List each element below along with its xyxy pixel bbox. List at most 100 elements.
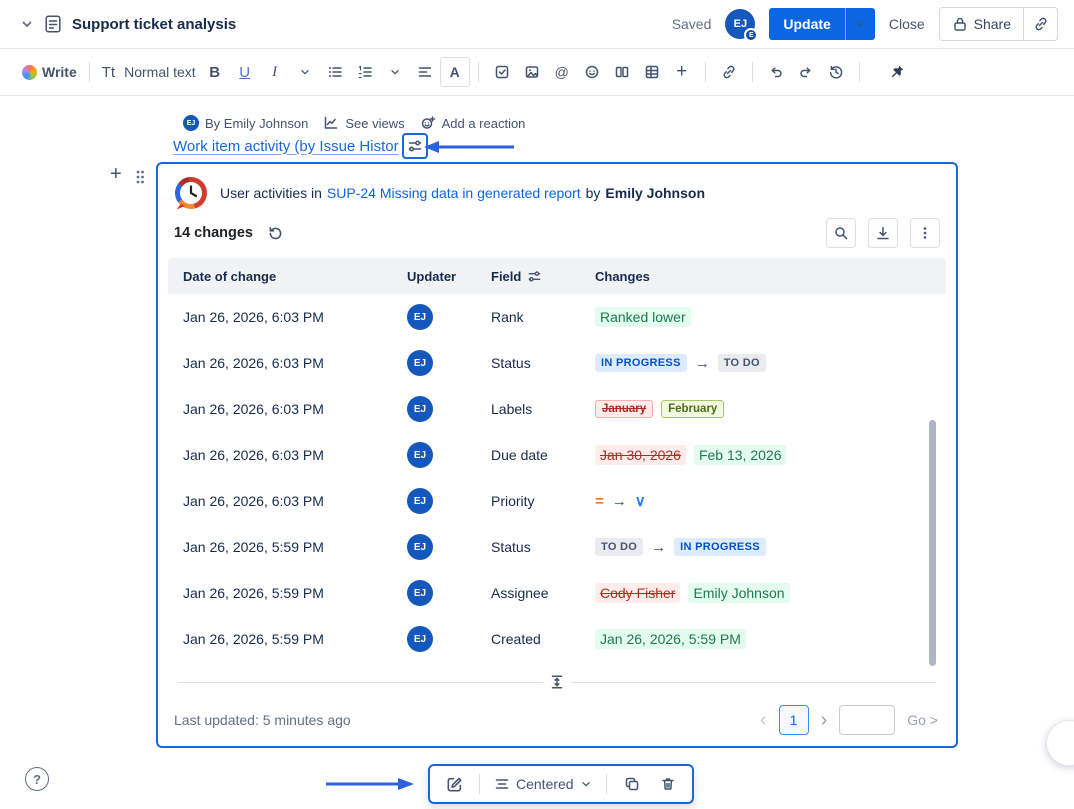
byline-author-label: By Emily Johnson [205,115,309,131]
add-reaction-button[interactable]: Add a reaction [420,115,525,131]
current-page-box[interactable]: 1 [778,705,809,735]
go-button[interactable]: Go > [907,712,938,728]
help-button[interactable]: ? [25,767,49,791]
text-style-dropdown[interactable]: Tt Normal text [98,57,200,87]
mention-button[interactable]: @ [547,57,577,87]
drag-handle[interactable] [134,168,146,191]
version-history-button[interactable] [821,57,851,87]
more-options-button[interactable] [910,218,940,248]
label-chip-removed: January [595,400,654,418]
change-added-text: Jan 26, 2026, 5:59 PM [595,629,746,649]
collapse-chevron-icon[interactable] [14,11,40,37]
status-chip-to-do: TO DO [717,354,766,372]
status-chip-in-progress: IN PROGRESS [595,354,687,372]
numbered-list-button[interactable] [350,57,380,87]
update-button[interactable]: Update [769,8,845,40]
change-added-text: Feb 13, 2026 [693,445,787,465]
insert-table-button[interactable] [637,57,667,87]
bullet-list-button[interactable] [320,57,350,87]
layouts-button[interactable] [607,57,637,87]
next-page-chevron[interactable]: › [821,710,828,730]
write-mode-button[interactable]: Write [18,57,81,87]
text-color-button[interactable]: A [439,57,470,87]
table-scrollbar[interactable] [929,420,936,666]
row-changes: TO DO → IN PROGRESS [595,538,946,556]
macro-settings-button[interactable] [401,133,428,159]
see-views-button[interactable]: See views [323,115,405,131]
change-removed-text: Cody Fisher [595,583,681,603]
toolbar-divider [751,62,753,82]
page-jump-input[interactable] [839,705,896,735]
insert-more-button[interactable]: + [667,57,697,87]
lock-icon [953,17,966,31]
emoji-icon [585,65,598,79]
byline-author[interactable]: EJ By Emily Johnson [183,115,308,131]
row-updater: EJ [402,350,491,376]
copy-macro-button[interactable] [616,769,648,799]
drag-handle-icon [136,170,144,184]
row-date: Jan 26, 2026, 5:59 PM [183,539,324,555]
corner-floating-button[interactable] [1046,720,1074,766]
row-date: Jan 26, 2026, 6:03 PM [183,355,324,371]
macro-floating-toolbar: Centered [428,764,694,804]
change-added-text: Emily Johnson [688,583,790,603]
row-field: Created [491,631,541,647]
link-icon [1035,17,1046,31]
activity-table: Date of change Updater Field Changes Jan… [168,258,946,662]
pagination: ‹ 1 › Go > [760,705,938,735]
layout-dropdown[interactable]: Centered [489,769,597,799]
insert-block-plus-button[interactable]: + [110,163,122,186]
page-title: Support ticket analysis [72,15,237,33]
table-row: Jan 26, 2026, 6:03 PM EJ Rank Ranked lower [168,294,946,340]
copy-link-button[interactable] [1023,8,1057,40]
alignment-button[interactable] [410,57,440,87]
redo-button[interactable] [791,57,821,87]
resize-handle[interactable] [543,674,571,690]
close-button[interactable]: Close [889,16,925,32]
text-format-more-dropdown[interactable] [290,57,320,87]
italic-button[interactable]: I [260,57,290,87]
insert-link-button[interactable] [714,57,744,87]
emoji-button[interactable] [577,57,607,87]
link-icon [723,65,735,79]
updater-avatar: EJ [407,580,433,606]
column-header-date: Date of change [183,268,277,284]
issue-history-logo-icon [175,177,207,210]
task-list-button[interactable] [487,57,517,87]
edit-macro-button[interactable] [438,769,470,799]
delete-macro-button[interactable] [652,769,684,799]
row-field: Rank [491,309,524,325]
toolbar-divider [477,62,479,82]
table-row: Jan 26, 2026, 5:59 PM EJ Created Jan 26, 20… [168,616,946,662]
list-more-dropdown[interactable] [380,57,410,87]
work-item-activity-card[interactable]: User activities in SUP-24 Missing data i… [156,162,958,748]
checkbox-icon [495,65,508,79]
card-title-prefix: User activities in [220,185,322,201]
row-changes: = → ∨ [595,492,946,511]
undo-button[interactable] [761,57,791,87]
search-button[interactable] [826,218,856,248]
macro-title-text[interactable]: Work item activity (by Issue Histor [173,138,399,155]
row-date: Jan 26, 2026, 6:03 PM [183,401,324,417]
chevron-down-icon [301,70,309,75]
updater-avatar: EJ [407,304,433,330]
change-arrow-icon: → [611,492,627,510]
change-added-text: Ranked lower [595,307,691,327]
issue-link[interactable]: SUP-24 Missing data in generated report [327,185,581,201]
bold-button[interactable]: B [200,57,230,87]
underline-button[interactable]: U [230,57,260,87]
image-icon [525,66,538,78]
prev-page-chevron[interactable]: ‹ [760,710,767,730]
user-avatar[interactable]: EJ E [725,9,759,42]
share-button[interactable]: Share [939,8,1023,40]
field-filter-icon[interactable] [527,269,542,284]
card-subheader: 14 changes [158,212,956,248]
insert-image-button[interactable] [517,57,547,87]
download-icon [877,226,889,240]
macro-title-line: Work item activity (by Issue Histor [173,133,428,159]
download-button[interactable] [868,218,898,248]
column-header-field: Field [491,269,595,284]
refresh-button[interactable] [267,225,284,242]
pin-toolbar-button[interactable] [882,57,912,87]
update-dropdown-button[interactable] [844,8,875,40]
